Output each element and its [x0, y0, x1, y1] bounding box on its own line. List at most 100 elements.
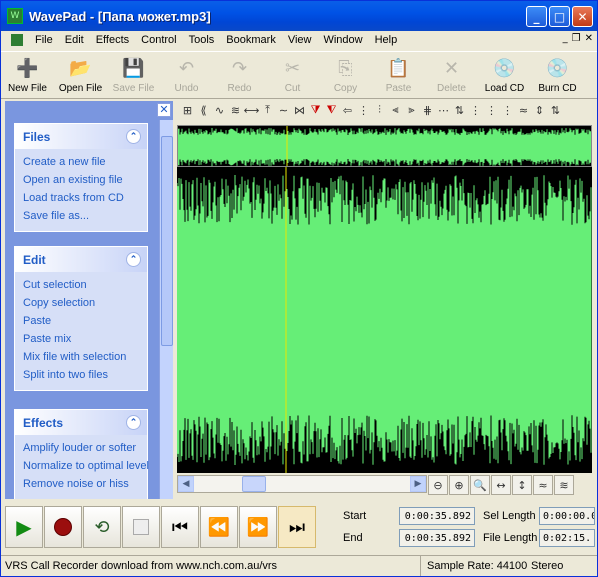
left-icon[interactable]: ⫷ — [389, 103, 402, 117]
wave-icon[interactable]: ∿ — [213, 103, 226, 117]
scroll-left-icon[interactable]: ◀ — [178, 476, 194, 492]
amplify-icon[interactable]: ⤒ — [261, 103, 274, 117]
task-link[interactable]: Open an existing file — [15, 171, 147, 189]
menu-tools[interactable]: Tools — [183, 34, 221, 46]
menu-bookmark[interactable]: Bookmark — [220, 34, 282, 46]
menu-effects[interactable]: Effects — [90, 34, 135, 46]
task-link[interactable]: Copy selection — [15, 294, 147, 312]
updown-icon[interactable]: ⇅ — [549, 103, 562, 117]
grid-icon[interactable]: ⋕ — [421, 103, 434, 117]
collapse-chevron-icon[interactable]: ⌃ — [126, 129, 141, 144]
loop-button[interactable]: ⟲ — [83, 506, 121, 548]
title-bar[interactable]: W WavePad - [Папа может.mp3] _ □ ✕ — [1, 1, 597, 31]
scroll-right-icon[interactable]: ▶ — [410, 476, 426, 492]
copy-button[interactable]: ⎘ Copy — [319, 52, 372, 98]
maximize-button[interactable]: □ — [549, 6, 570, 27]
sidebar-scrollbar[interactable] — [159, 120, 173, 499]
task-link[interactable]: Paste mix — [15, 330, 147, 348]
bar3-icon[interactable]: ⋮ — [501, 103, 514, 117]
bar1-icon[interactable]: ⋮ — [469, 103, 482, 117]
menu-window[interactable]: Window — [317, 34, 368, 46]
task-link[interactable]: Split into two files — [15, 366, 147, 384]
right-icon[interactable]: ⫸ — [405, 103, 418, 117]
echo-icon[interactable]: ∼ — [277, 103, 290, 117]
task-link[interactable]: Remove noise or hiss — [15, 475, 147, 493]
minimize-button[interactable]: _ — [526, 6, 547, 27]
panel-header[interactable]: Effects ⌃ — [15, 410, 147, 435]
task-link[interactable]: Normalize to optimal level — [15, 457, 149, 475]
sidebar-close-icon[interactable]: ✕ — [157, 103, 171, 117]
play-button[interactable]: ▶ — [5, 506, 43, 548]
document-icon[interactable] — [11, 34, 23, 46]
sidebar-scroll-thumb[interactable] — [161, 136, 173, 346]
load-cd-button[interactable]: 💿 Load CD — [478, 52, 531, 98]
fade-icon[interactable]: ⟪ — [197, 103, 210, 117]
stretch-icon[interactable]: ⟷ — [244, 103, 260, 117]
wave-view-icon[interactable]: ≈ — [533, 475, 553, 495]
redo-button[interactable]: ↷ Redo — [213, 52, 266, 98]
horizontal-scroll-thumb[interactable] — [242, 476, 266, 492]
mdi-restore-icon[interactable]: ❐ — [572, 33, 581, 44]
go-end-button[interactable]: ⏭ — [278, 506, 316, 548]
reverb-icon[interactable]: ⋈ — [293, 103, 306, 117]
swap-icon[interactable]: ⇅ — [453, 103, 466, 117]
noise-icon[interactable]: ≋ — [229, 103, 242, 117]
task-link[interactable]: Paste — [15, 312, 147, 330]
eq-icon[interactable]: ≈ — [517, 103, 530, 117]
end-time-field[interactable]: 0:00:35.892 — [399, 529, 475, 547]
mdi-close-icon[interactable]: ✕ — [585, 33, 593, 44]
join-icon[interactable]: ⫶ — [373, 103, 386, 117]
horizontal-scrollbar[interactable]: ◀ ▶ — [177, 475, 427, 493]
menu-edit[interactable]: Edit — [59, 34, 90, 46]
invert-icon[interactable]: ⧨ — [325, 103, 338, 117]
zoom-out-icon[interactable]: ⊖ — [428, 475, 448, 495]
paste-button[interactable]: 📋 Paste — [372, 52, 425, 98]
stop-button[interactable] — [122, 506, 160, 548]
dots-icon[interactable]: ⋯ — [437, 103, 450, 117]
save-file-button[interactable]: 💾 Save File — [107, 52, 160, 98]
task-link[interactable]: Amplify louder or softer — [15, 439, 147, 457]
burn-cd-button[interactable]: 💿 Burn CD — [531, 52, 584, 98]
split-icon[interactable]: ⋮ — [357, 103, 370, 117]
task-link[interactable]: Mix file with selection — [15, 348, 147, 366]
task-link[interactable]: Save file as... — [15, 207, 147, 225]
task-link[interactable]: Load tracks from CD — [15, 189, 147, 207]
menu-control[interactable]: Control — [135, 34, 182, 46]
crop-icon[interactable]: ⊞ — [181, 103, 194, 117]
zoom-full-icon[interactable]: ↔ — [491, 475, 511, 495]
open-file-button[interactable]: 📂 Open File — [54, 52, 107, 98]
back-icon[interactable]: ⇦ — [341, 103, 354, 117]
vzoom-icon[interactable]: ⇕ — [533, 103, 546, 117]
menu-view[interactable]: View — [282, 34, 318, 46]
waveform-main[interactable] — [177, 167, 592, 473]
waveform-overview[interactable] — [177, 125, 592, 167]
collapse-chevron-icon[interactable]: ⌃ — [126, 415, 141, 430]
bar2-icon[interactable]: ⋮ — [485, 103, 498, 117]
vertical-zoom-icon[interactable]: ↕ — [512, 475, 532, 495]
menu-help[interactable]: Help — [369, 34, 404, 46]
cut-button[interactable]: ✂ Cut — [266, 52, 319, 98]
start-time-field[interactable]: 0:00:35.892 — [399, 507, 475, 525]
panel-header[interactable]: Edit ⌃ — [15, 247, 147, 272]
file-length-field[interactable]: 0:02:15. — [539, 529, 595, 547]
collapse-chevron-icon[interactable]: ⌃ — [126, 252, 141, 267]
go-start-button[interactable]: ⏮ — [161, 506, 199, 548]
mdi-minimize-icon[interactable]: _ — [563, 33, 568, 44]
undo-button[interactable]: ↶ Undo — [160, 52, 213, 98]
reverse-icon[interactable]: ⧩ — [309, 103, 322, 117]
task-link[interactable]: Cut selection — [15, 276, 147, 294]
fast-forward-button[interactable]: ⏩ — [239, 506, 277, 548]
zoom-in-icon[interactable]: ⊕ — [449, 475, 469, 495]
task-link[interactable]: Create a new file — [15, 153, 147, 171]
delete-button[interactable]: ✕ Delete — [425, 52, 478, 98]
sel-length-field[interactable]: 0:00:00.0 — [539, 507, 595, 525]
spectrum-view-icon[interactable]: ≋ — [554, 475, 574, 495]
close-button[interactable]: ✕ — [572, 6, 593, 27]
zoom-selection-icon[interactable]: 🔍 — [470, 475, 490, 495]
rewind-button[interactable]: ⏪ — [200, 506, 238, 548]
menu-file[interactable]: File — [29, 34, 59, 46]
panel-header[interactable]: Files ⌃ — [15, 124, 147, 149]
effects-toolbar: ⊞ ⟪ ∿ ≋ ⟷ ⤒ ∼ ⋈ ⧩ ⧨ ⇦ ⋮ ⫶ ⫷ ⫸ ⋕ ⋯ ⇅ ⋮ ⋮ ⋮ ≈ ⇕ ⇅ — [177, 99, 597, 121]
record-button[interactable] — [44, 506, 82, 548]
new-file-button[interactable]: ➕ New File — [1, 52, 54, 98]
